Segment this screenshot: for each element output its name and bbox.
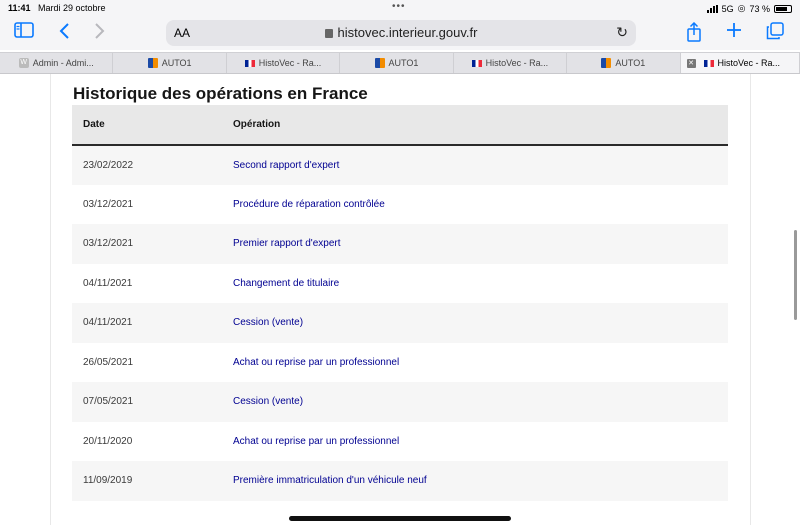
tab-histovec-active[interactable]: ✕ HistoVec - Ra... [680,53,800,73]
fr-flag-favicon-icon [703,59,714,67]
address-bar[interactable]: AA histovec.interieur.gouv.fr ↻ [166,20,636,46]
row-operation: Achat ou reprise par un professionnel [233,342,728,382]
tab-auto1[interactable]: AUTO1 [567,53,681,73]
browser-toolbar: AA histovec.interieur.gouv.fr ↻ [0,16,800,50]
row-date: 04/11/2021 [72,263,233,303]
fr-flag-favicon-icon [471,59,482,67]
operations-table: Date Opération 23/02/2022 Second rapport … [72,105,728,501]
row-date: 26/05/2021 [72,342,233,382]
table-row: 03/12/2021 Premier rapport d'expert [72,224,728,264]
row-date: 04/11/2021 [72,303,233,343]
fr-flag-favicon-icon [244,59,255,67]
scrollbar[interactable] [794,230,797,320]
status-date: Mardi 29 octobre [38,3,106,13]
row-operation: Second rapport d'expert [233,145,728,185]
tab-bar: W Admin - Admi... AUTO1 HistoVec - Ra... … [0,52,800,74]
row-operation: Premier rapport d'expert [233,224,728,264]
tab-histovec[interactable]: HistoVec - Ra... [454,53,568,73]
status-bar: 11:41 Mardi 29 octobre ••• 5G ◎ 73 % [0,0,800,16]
auto1-favicon-icon [147,58,158,68]
row-date: 23/02/2022 [72,145,233,185]
back-icon[interactable] [58,22,70,44]
column-header-operation: Opération [233,105,728,146]
column-header-date: Date [72,105,233,146]
battery-icon [774,4,792,13]
tab-auto1[interactable]: AUTO1 [340,53,454,73]
status-time: 11:41 [8,3,31,13]
page-title: Historique des opérations en France [73,84,368,103]
table-row: 20/11/2020 Achat ou reprise par un profes… [72,421,728,461]
row-date: 03/12/2021 [72,224,233,264]
tab-histovec[interactable]: HistoVec - Ra... [227,53,341,73]
auto1-favicon-icon [374,58,385,68]
row-operation: Cession (vente) [233,303,728,343]
signal-icon [706,4,718,13]
row-operation: Changement de titulaire [233,263,728,303]
content-border-left [50,74,51,525]
home-indicator[interactable] [289,516,511,521]
location-icon: ◎ [737,3,746,13]
lock-icon [324,29,333,38]
url-text: histovec.interieur.gouv.fr [337,25,478,40]
network-label: 5G [721,3,734,14]
w-favicon-icon: W [18,58,29,68]
tab-admin[interactable]: W Admin - Admi... [0,53,114,73]
table-row: 26/05/2021 Achat ou reprise par un profes… [72,342,728,382]
table-row: 23/02/2022 Second rapport d'expert [72,145,728,185]
table-row: 07/05/2021 Cession (vente) [72,382,728,422]
page-content: Historique des opérations en France Date… [0,74,800,525]
row-operation: Achat ou reprise par un professionnel [233,421,728,461]
auto1-favicon-icon [601,58,612,68]
row-operation: Procédure de réparation contrôlée [233,184,728,224]
row-operation: Cession (vente) [233,382,728,422]
tab-overview-icon[interactable] [766,22,784,44]
forward-icon[interactable] [94,22,106,44]
table-row: 11/09/2019 Première immatriculation d'un … [72,461,728,501]
table-row: 03/12/2021 Procédure de réparation contrô… [72,184,728,224]
row-date: 07/05/2021 [72,382,233,422]
row-operation: Première immatriculation d'un véhicule n… [233,461,728,501]
row-date: 11/09/2019 [72,461,233,501]
table-row: 04/11/2021 Changement de titulaire [72,263,728,303]
table-row: 04/11/2021 Cession (vente) [72,303,728,343]
new-tab-icon[interactable] [726,22,742,42]
row-date: 03/12/2021 [72,184,233,224]
share-icon[interactable] [686,21,702,46]
reload-icon[interactable]: ↻ [616,24,628,41]
sidebar-icon[interactable] [14,22,34,42]
row-date: 20/11/2020 [72,421,233,461]
close-tab-icon[interactable]: ✕ [686,58,696,68]
content-border-right [750,74,751,525]
tab-auto1[interactable]: AUTO1 [113,53,227,73]
multitasking-dots-icon[interactable]: ••• [392,1,406,12]
battery-label: 73 % [749,3,770,14]
